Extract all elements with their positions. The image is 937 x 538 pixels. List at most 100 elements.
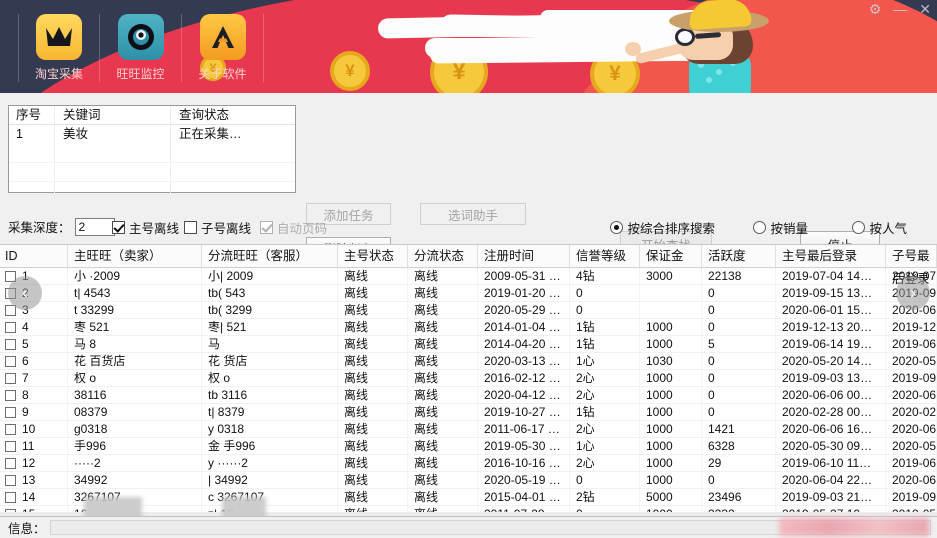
collect-depth-group: 采集深度： bbox=[8, 217, 115, 236]
cell-deposit: 1000 bbox=[640, 472, 702, 488]
cell-main-ww: 手996 bbox=[68, 438, 202, 454]
sort-sales-radio[interactable]: 按销量 bbox=[753, 218, 808, 237]
col-header-id[interactable]: ID bbox=[0, 245, 68, 267]
table-row[interactable]: 13 34992 | 34992 离线 离线 2020-05-19 … 0 1000 0 202… bbox=[0, 472, 937, 489]
table-row[interactable]: 9 08379 t| 8379 离线 离线 2019-10-27 … 1钻 1000 0 202… bbox=[0, 404, 937, 421]
table-row[interactable]: 10 g0318 y 0318 离线 离线 2011-06-17 … 2心 1000 1421… bbox=[0, 421, 937, 438]
gear-icon[interactable]: ⚙ bbox=[869, 2, 882, 16]
col-header-credit[interactable]: 信誉等级 bbox=[570, 245, 640, 267]
table-row[interactable]: 12 ·····2 y ······2 离线 离线 2016-10-16 … 2心 1000… bbox=[0, 455, 937, 472]
col-header-main-status[interactable]: 主号状态 bbox=[338, 245, 408, 267]
table-row[interactable]: 4枣 521 枣| 521 离线 离线 2014-01-04 … 1钻 1000 0 2019-… bbox=[0, 319, 937, 336]
cell-credit: 1钻 bbox=[570, 404, 640, 420]
table-row[interactable]: 14 3267107 c 3267107 离线 离线 2015-04-01 … 2钻 500… bbox=[0, 489, 937, 506]
cell-activity: 5 bbox=[702, 336, 776, 352]
cell-credit: 4钻 bbox=[570, 268, 640, 284]
task-empty-cell bbox=[55, 163, 171, 181]
row-select-checkbox[interactable] bbox=[5, 321, 16, 333]
task-empty-cell bbox=[9, 163, 55, 181]
cell-id: 5 bbox=[0, 336, 68, 352]
cell-credit: 1钻 bbox=[570, 336, 640, 352]
sub-offline-checkbox[interactable]: 子号离线 bbox=[184, 218, 251, 237]
cell-deposit: 1000 bbox=[640, 438, 702, 454]
cell-main-ww: g0318 bbox=[68, 421, 202, 437]
coin-icon: ¥ bbox=[330, 51, 370, 91]
task-col-no: 序号 bbox=[9, 106, 55, 124]
task-table-row[interactable]: 1 美妆 正在采集… bbox=[9, 125, 295, 144]
cell-sub-status: 离线 bbox=[408, 472, 478, 488]
cell-deposit: 5000 bbox=[640, 489, 702, 505]
cell-sub-ww: tb( 543 bbox=[202, 285, 338, 301]
sort-popularity-radio[interactable]: 按人气 bbox=[852, 218, 907, 237]
table-row[interactable]: 1小 ·2009小| 2009离线离线2009-05-31 …4钻3000221… bbox=[0, 268, 937, 285]
cell-sub-ww: tb 3116 bbox=[202, 387, 338, 403]
cell-sub-ww: | 34992 bbox=[202, 472, 338, 488]
row-select-checkbox[interactable] bbox=[5, 355, 16, 367]
cell-sub-login: 2019-06-10 11… bbox=[886, 455, 937, 471]
task-empty-cell bbox=[55, 182, 171, 200]
row-select-checkbox[interactable] bbox=[5, 491, 16, 503]
table-row[interactable]: 7权 o权 o 离线 离线 2016-02-12 … 2心 1000 0 2019-09-03… bbox=[0, 370, 937, 387]
cell-deposit bbox=[640, 285, 702, 301]
cell-sub-login: 2020-06-06 00… bbox=[886, 387, 937, 403]
cell-deposit: 1030 bbox=[640, 353, 702, 369]
cell-sub-ww: c 3267107 bbox=[202, 489, 338, 505]
cell-sub-status: 离线 bbox=[408, 438, 478, 454]
cell-main-status: 离线 bbox=[338, 472, 408, 488]
cell-reg-time: 2011-06-17 … bbox=[478, 421, 570, 437]
cell-reg-time: 2019-05-30 … bbox=[478, 438, 570, 454]
main-offline-checkbox[interactable]: 主号离线 bbox=[112, 218, 179, 237]
cell-deposit: 1000 bbox=[640, 319, 702, 335]
row-select-checkbox[interactable] bbox=[5, 389, 16, 401]
nav-item-taobao-collect[interactable]: 淘宝采集 bbox=[18, 14, 100, 82]
cell-credit: 2心 bbox=[570, 387, 640, 403]
cell-id-label: 9 bbox=[22, 404, 29, 419]
row-select-checkbox[interactable] bbox=[5, 440, 16, 452]
scroll-right-icon[interactable]: › bbox=[896, 276, 930, 310]
status-bar: 信息： bbox=[0, 516, 937, 538]
table-row[interactable]: 8 38116 tb 3116 离线 离线 2020-04-12 … 2心 1000 0 202… bbox=[0, 387, 937, 404]
col-header-reg-time[interactable]: 注册时间 bbox=[478, 245, 570, 267]
cell-id: 10 bbox=[0, 421, 68, 437]
cell-main-status: 离线 bbox=[338, 421, 408, 437]
table-row[interactable]: 11 手996 金 手996 离线 离线 2019-05-30 … 1心 1000 6328 2… bbox=[0, 438, 937, 455]
row-select-checkbox[interactable] bbox=[5, 372, 16, 384]
nav-item-wangwang-monitor[interactable]: 旺旺监控 bbox=[100, 14, 182, 82]
results-grid-body: 1小 ·2009小| 2009离线离线2009-05-31 …4钻3000221… bbox=[0, 268, 937, 516]
task-table[interactable]: 序号 关键词 查询状态 1 美妆 正在采集… bbox=[8, 105, 296, 201]
row-select-checkbox[interactable] bbox=[5, 423, 16, 435]
results-grid-header: ID 主旺旺（卖家） 分流旺旺（客服） 主号状态 分流状态 注册时间 信誉等级 … bbox=[0, 245, 937, 286]
row-select-checkbox[interactable] bbox=[5, 406, 16, 418]
col-header-main-login[interactable]: 主号最后登录 bbox=[776, 245, 886, 267]
results-grid[interactable]: ID 主旺旺（卖家） 分流旺旺（客服） 主号状态 分流状态 注册时间 信誉等级 … bbox=[0, 244, 937, 516]
table-row[interactable]: 2t| 4543tb( 543离线离线2019-01-20 …002019-09… bbox=[0, 285, 937, 302]
cell-main-status: 离线 bbox=[338, 438, 408, 454]
row-select-checkbox[interactable] bbox=[5, 457, 16, 469]
table-row[interactable]: 5马 8马 离线 离线 2014-04-20 … 1钻 1000 5 2019-06-14 … bbox=[0, 336, 937, 353]
row-select-checkbox[interactable] bbox=[5, 338, 16, 350]
cell-main-status: 离线 bbox=[338, 489, 408, 505]
table-row[interactable]: 3t 33299tb( 3299离线离线2020-05-29 …002020-0… bbox=[0, 302, 937, 319]
cell-sub-ww: 花 货店 bbox=[202, 353, 338, 369]
col-header-sub-login[interactable]: 子号最后登录 bbox=[886, 245, 937, 286]
cell-main-login: 2020-02-28 00… bbox=[776, 404, 886, 420]
cell-credit: 2心 bbox=[570, 421, 640, 437]
close-icon[interactable]: ✕ bbox=[919, 2, 931, 16]
col-header-sub-ww[interactable]: 分流旺旺（客服） bbox=[202, 245, 338, 267]
collect-depth-input[interactable] bbox=[74, 217, 115, 236]
cell-credit: 1心 bbox=[570, 353, 640, 369]
cell-sub-status: 离线 bbox=[408, 319, 478, 335]
col-header-activity[interactable]: 活跃度 bbox=[702, 245, 776, 267]
scroll-left-icon[interactable]: ‹ bbox=[8, 276, 42, 310]
table-row[interactable]: 6花 百货店花 货店 离线 离线 2020-03-13 … 1心 1030 0 2020-05… bbox=[0, 353, 937, 370]
cell-deposit: 1000 bbox=[640, 370, 702, 386]
col-header-main-ww[interactable]: 主旺旺（卖家） bbox=[68, 245, 202, 267]
col-header-deposit[interactable]: 保证金 bbox=[640, 245, 702, 267]
mascot-glasses-icon bbox=[675, 28, 695, 46]
cell-main-login: 2020-06-04 22… bbox=[776, 472, 886, 488]
minimize-icon[interactable]: — bbox=[893, 2, 907, 16]
sort-comprehensive-radio[interactable]: 按综合排序搜索 bbox=[610, 218, 715, 237]
col-header-sub-status[interactable]: 分流状态 bbox=[408, 245, 478, 267]
nav-item-about-software[interactable]: 关于软件 bbox=[182, 14, 264, 82]
row-select-checkbox[interactable] bbox=[5, 474, 16, 486]
